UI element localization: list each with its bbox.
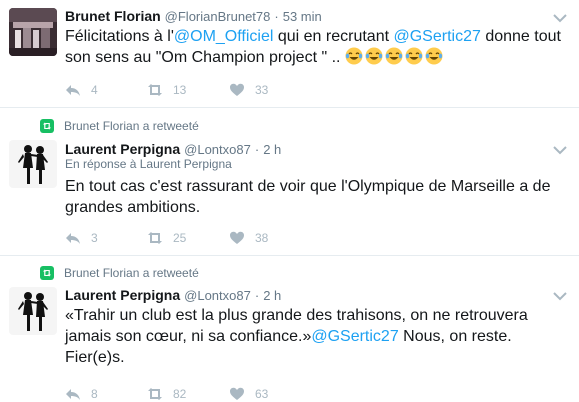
avatar[interactable] [9,287,57,335]
like-count: 38 [255,231,269,245]
tweet[interactable]: Brunet Florian @FlorianBrunet78 · 53 min… [0,0,579,108]
chevron-down-icon[interactable] [553,13,567,23]
reply-icon [66,389,80,400]
reply-to-label[interactable]: En réponse à Laurent Perpigna [65,157,232,173]
heart-icon [230,231,244,244]
author-name[interactable]: Brunet Florian [65,8,161,24]
reply-icon [66,85,80,96]
timestamp[interactable]: 53 min [283,9,322,24]
tweet-text: «Trahir un club est la plus grande des t… [65,305,567,368]
retweet-context: Brunet Florian a retweeté [40,265,199,281]
tweet[interactable]: Brunet Florian a retweeté Laurent Perpig… [0,109,579,256]
retweet-badge-icon [40,119,54,133]
author-name[interactable]: Laurent Perpigna [65,287,180,303]
text-segment: Félicitations à l' [65,28,174,45]
laughing-emoji-icon [345,47,363,65]
tweet-actions: 3 25 38 [65,229,311,247]
chevron-down-icon[interactable] [553,291,567,301]
heart-icon [230,83,244,96]
retweet-context-label[interactable]: Brunet Florian a retweeté [64,119,199,133]
retweet-button[interactable]: 25 [147,230,229,246]
mention-link[interactable]: @GSertic27 [393,28,480,45]
retweet-count: 82 [173,387,187,401]
retweet-icon [148,232,162,244]
chevron-down-icon[interactable] [553,145,567,155]
retweet-count: 13 [173,83,187,97]
avatar[interactable] [9,140,57,188]
retweet-icon [148,388,162,400]
avatar[interactable] [9,8,57,56]
retweet-context-label[interactable]: Brunet Florian a retweeté [64,266,199,280]
mention-link[interactable]: @OM_Officiel [174,28,274,45]
separator-dot: · [254,142,260,157]
author-handle[interactable]: @FlorianBrunet78 [165,9,271,24]
timestamp[interactable]: 2 h [263,142,281,157]
text-segment: qui en recrutant [273,28,394,45]
like-button[interactable]: 63 [229,386,311,402]
retweet-count: 25 [173,231,187,245]
tweet-text: Félicitations à l'@OM_Officiel qui en re… [65,26,567,68]
tweet-header: Laurent Perpigna @Lontxo87 · 2 h [65,287,549,305]
mention-link[interactable]: @GSertic27 [311,328,398,345]
reply-count: 4 [91,83,98,97]
like-count: 63 [255,387,269,401]
tweet-text: En tout cas c'est rassurant de voir que … [65,178,551,216]
tweet-header: Brunet Florian @FlorianBrunet78 · 53 min [65,8,549,26]
laughing-emoji-icon [405,47,423,65]
laughing-emoji-icon [385,47,403,65]
tweet[interactable]: Brunet Florian a retweeté Laurent Perpig… [0,257,579,402]
heart-icon [230,387,244,400]
like-button[interactable]: 33 [229,82,311,98]
timestamp[interactable]: 2 h [263,288,281,303]
reply-count: 3 [91,231,98,245]
retweet-button[interactable]: 13 [147,82,229,98]
tweet-actions: 8 82 63 [65,385,311,402]
retweet-button[interactable]: 82 [147,386,229,402]
laughing-emoji-icon [365,47,383,65]
author-name[interactable]: Laurent Perpigna [65,141,180,157]
reply-icon [66,233,80,244]
reply-button[interactable]: 3 [65,230,147,246]
tweet-actions: 4 13 33 [65,81,311,99]
separator-dot: · [254,288,260,303]
author-handle[interactable]: @Lontxo87 [184,142,251,157]
author-handle[interactable]: @Lontxo87 [184,288,251,303]
like-count: 33 [255,83,269,97]
reply-button[interactable]: 4 [65,82,147,98]
reply-button[interactable]: 8 [65,386,147,402]
reply-count: 8 [91,387,98,401]
laughing-emoji-icon [425,47,443,65]
separator-dot: · [274,9,279,24]
like-button[interactable]: 38 [229,230,311,246]
retweet-context: Brunet Florian a retweeté [40,118,199,134]
retweet-badge-icon [40,266,54,280]
retweet-icon [148,84,162,96]
